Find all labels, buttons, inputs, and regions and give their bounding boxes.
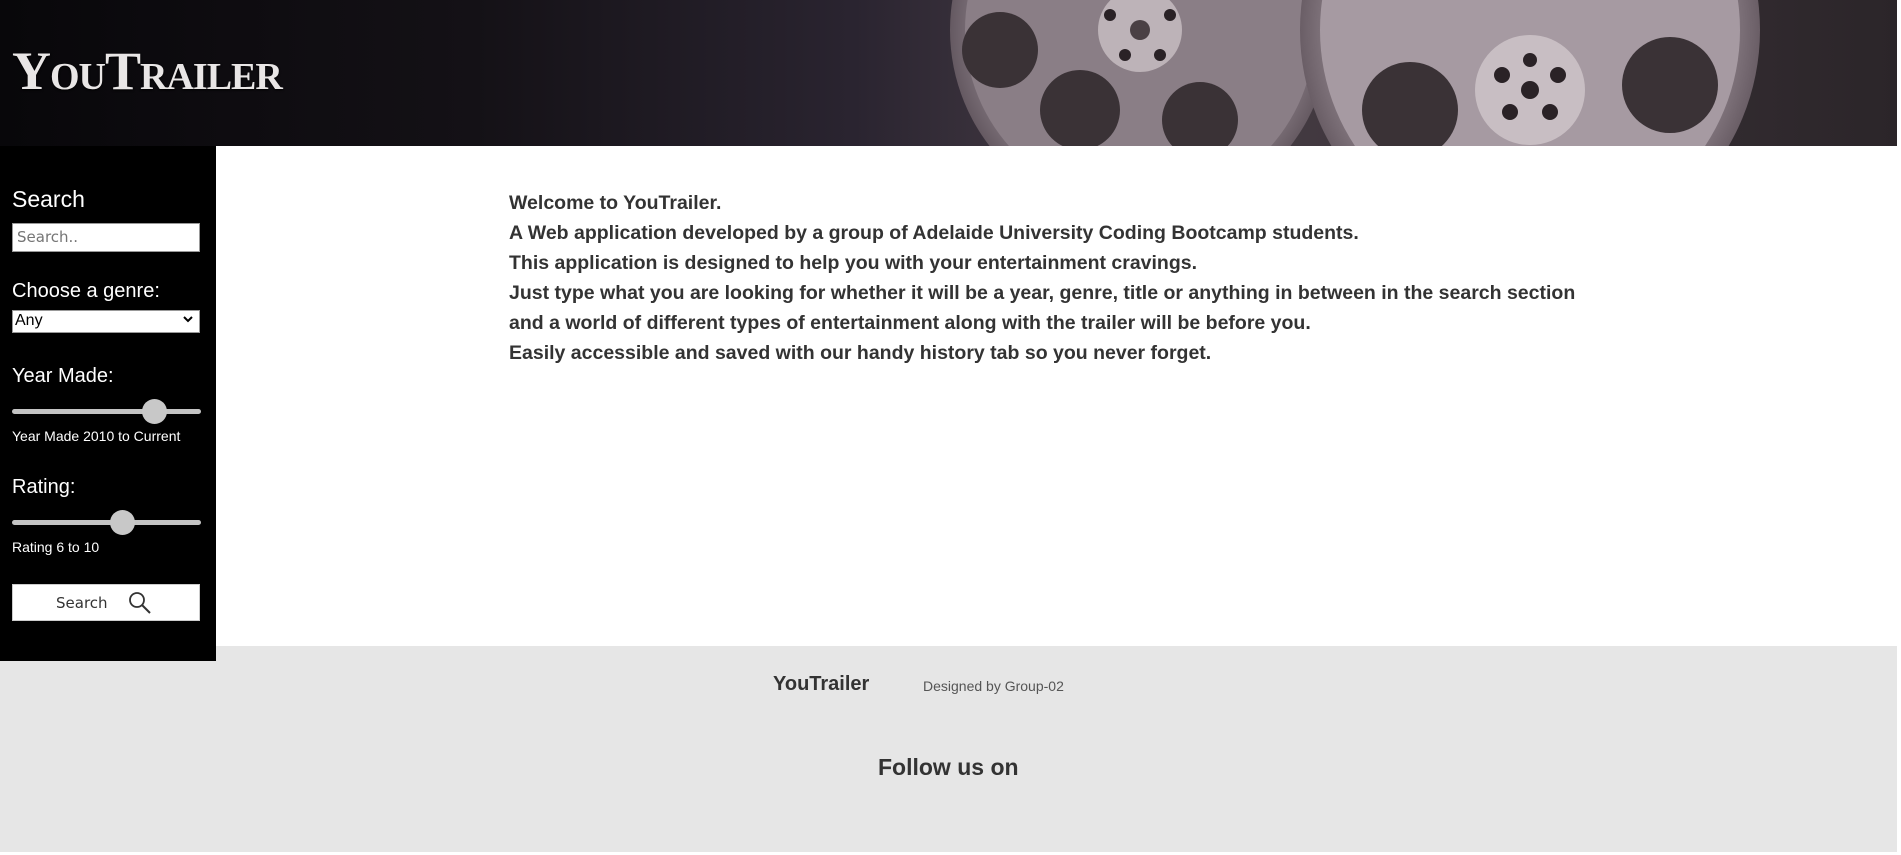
search-placeholder: Search..	[17, 228, 79, 246]
intro-line: Easily accessible and saved with our han…	[509, 342, 1212, 364]
search-button-label: Search	[56, 594, 108, 612]
intro-line: Just type what you are looking for wheth…	[509, 282, 1576, 304]
footer-credit: Designed by Group-02	[923, 678, 1064, 694]
intro-line: and a world of different types of entert…	[509, 312, 1311, 334]
intro-line: This application is designed to help you…	[509, 252, 1198, 274]
search-button[interactable]: Search	[12, 584, 200, 621]
year-label: Year Made:	[12, 365, 114, 387]
footer-brand: YouTrailer	[773, 673, 870, 695]
intro-line: A Web application developed by a group o…	[509, 222, 1359, 244]
search-title: Search	[12, 186, 85, 212]
footer-follow-heading: Follow us on	[878, 754, 1019, 780]
year-slider-thumb[interactable]	[141, 399, 167, 424]
rating-range-text: Rating 6 to 10	[12, 539, 100, 555]
footer: YouTrailer Designed by Group-02 Follow u…	[216, 646, 1897, 852]
search-input[interactable]: Search..	[12, 223, 200, 252]
rating-slider[interactable]	[12, 510, 201, 535]
chevron-down-icon	[182, 313, 194, 328]
page: YouTrailer Search Search.. Choose a genr…	[0, 0, 1901, 855]
genre-select[interactable]: Any	[12, 310, 200, 333]
intro-line: Welcome to YouTrailer.	[509, 192, 722, 214]
year-slider[interactable]	[12, 399, 201, 424]
search-sidebar: Search Search.. Choose a genre: Any Year…	[0, 146, 216, 661]
year-range-text: Year Made 2010 to Current	[12, 428, 181, 444]
rating-slider-thumb[interactable]	[110, 510, 136, 535]
film-reels-image	[950, 0, 1760, 146]
header-banner: YouTrailer	[0, 0, 1897, 146]
genre-selected-value: Any	[15, 312, 43, 329]
rating-label: Rating:	[12, 476, 76, 498]
intro-text: Welcome to YouTrailer. A Web application…	[509, 188, 1575, 368]
genre-label: Choose a genre:	[12, 280, 160, 302]
main-content: Welcome to YouTrailer. A Web application…	[216, 146, 1897, 646]
site-logo[interactable]: YouTrailer	[12, 40, 283, 102]
search-icon	[127, 590, 153, 620]
footer-left-filler	[0, 661, 216, 852]
